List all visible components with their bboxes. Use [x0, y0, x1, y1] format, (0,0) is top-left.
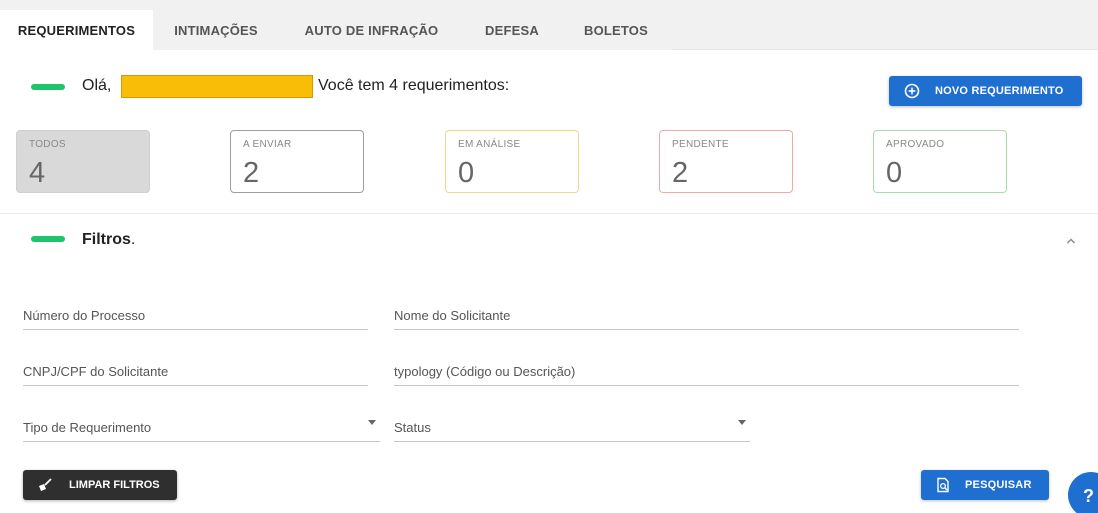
help-label: ? [1083, 486, 1094, 506]
status-card-title: A ENVIAR [243, 139, 292, 150]
tab-label: INTIMAÇÕES [174, 22, 258, 38]
status-card-title: APROVADO [886, 139, 945, 150]
status-card-todos[interactable]: TODOS 4 [16, 130, 150, 193]
requester-name-input[interactable] [394, 302, 1019, 328]
tab-auto-de-infracao[interactable]: AUTO DE INFRAÇÃO [279, 10, 464, 50]
help-button[interactable]: ? [1068, 472, 1098, 513]
status-card-count: 4 [29, 157, 46, 189]
tab-label: DEFESA [485, 22, 539, 38]
status-card-count: 0 [458, 157, 475, 189]
tab-label: AUTO DE INFRAÇÃO [304, 22, 439, 38]
greeting-hello: Olá, [82, 77, 112, 94]
status-card-count: 0 [886, 157, 903, 189]
status-card-a-enviar[interactable]: A ENVIAR 2 [230, 130, 364, 193]
status-card-title: EM ANÁLISE [458, 139, 521, 150]
dropdown-arrow-icon [368, 420, 376, 425]
clear-filters-button[interactable]: LIMPAR FILTROS [23, 470, 177, 500]
requester-name-field[interactable] [394, 302, 1019, 330]
search-document-icon [937, 477, 949, 493]
process-number-field[interactable] [23, 302, 368, 330]
tab-bar-filler [672, 10, 1098, 50]
section-marker [31, 236, 65, 242]
status-select[interactable]: Status [394, 414, 750, 442]
search-button[interactable]: PESQUISAR [921, 470, 1049, 500]
tab-bar: REQUERIMENTOS INTIMAÇÕES AUTO DE INFRAÇÃ… [0, 0, 1098, 50]
tab-requerimentos[interactable]: REQUERIMENTOS [0, 10, 153, 50]
status-card-aprovado[interactable]: APROVADO 0 [873, 130, 1007, 193]
tab-defesa[interactable]: DEFESA [464, 10, 560, 50]
status-card-title: PENDENTE [672, 139, 729, 150]
status-card-count: 2 [243, 157, 260, 189]
new-request-label: NOVO REQUERIMENTO [935, 85, 1064, 97]
filters-title-text: Filtros [82, 231, 131, 248]
plus-circle-icon [904, 83, 920, 99]
collapse-chevron-icon[interactable] [1066, 232, 1076, 248]
section-marker [31, 84, 65, 90]
typology-input[interactable] [394, 358, 1019, 384]
tab-label: BOLETOS [583, 22, 648, 38]
clear-filters-label: LIMPAR FILTROS [69, 479, 160, 491]
status-card-count: 2 [672, 157, 689, 189]
new-request-button[interactable]: NOVO REQUERIMENTO [889, 76, 1082, 106]
process-number-input[interactable] [23, 302, 368, 328]
section-divider [0, 213, 1098, 214]
tab-label: REQUERIMENTOS [17, 22, 136, 38]
redacted-username [121, 75, 313, 98]
requester-doc-input[interactable] [23, 358, 368, 384]
status-card-pendente[interactable]: PENDENTE 2 [659, 130, 793, 193]
status-card-title: TODOS [29, 139, 66, 150]
filters-title: Filtros. [82, 231, 135, 249]
request-type-select[interactable]: Tipo de Requerimento [23, 414, 380, 442]
broom-icon [39, 478, 52, 491]
status-card-em-analise[interactable]: EM ANÁLISE 0 [445, 130, 579, 193]
dropdown-arrow-icon [738, 420, 746, 425]
search-label: PESQUISAR [965, 479, 1032, 491]
status-label: Status [394, 420, 431, 435]
filters-title-suffix: . [130, 231, 136, 248]
typology-field[interactable] [394, 358, 1019, 386]
greeting-message: Você tem 4 requerimentos: [318, 77, 510, 94]
request-type-label: Tipo de Requerimento [23, 420, 152, 435]
tab-boletos[interactable]: BOLETOS [560, 10, 672, 50]
tab-intimacoes[interactable]: INTIMAÇÕES [153, 10, 279, 50]
requester-doc-field[interactable] [23, 358, 368, 386]
